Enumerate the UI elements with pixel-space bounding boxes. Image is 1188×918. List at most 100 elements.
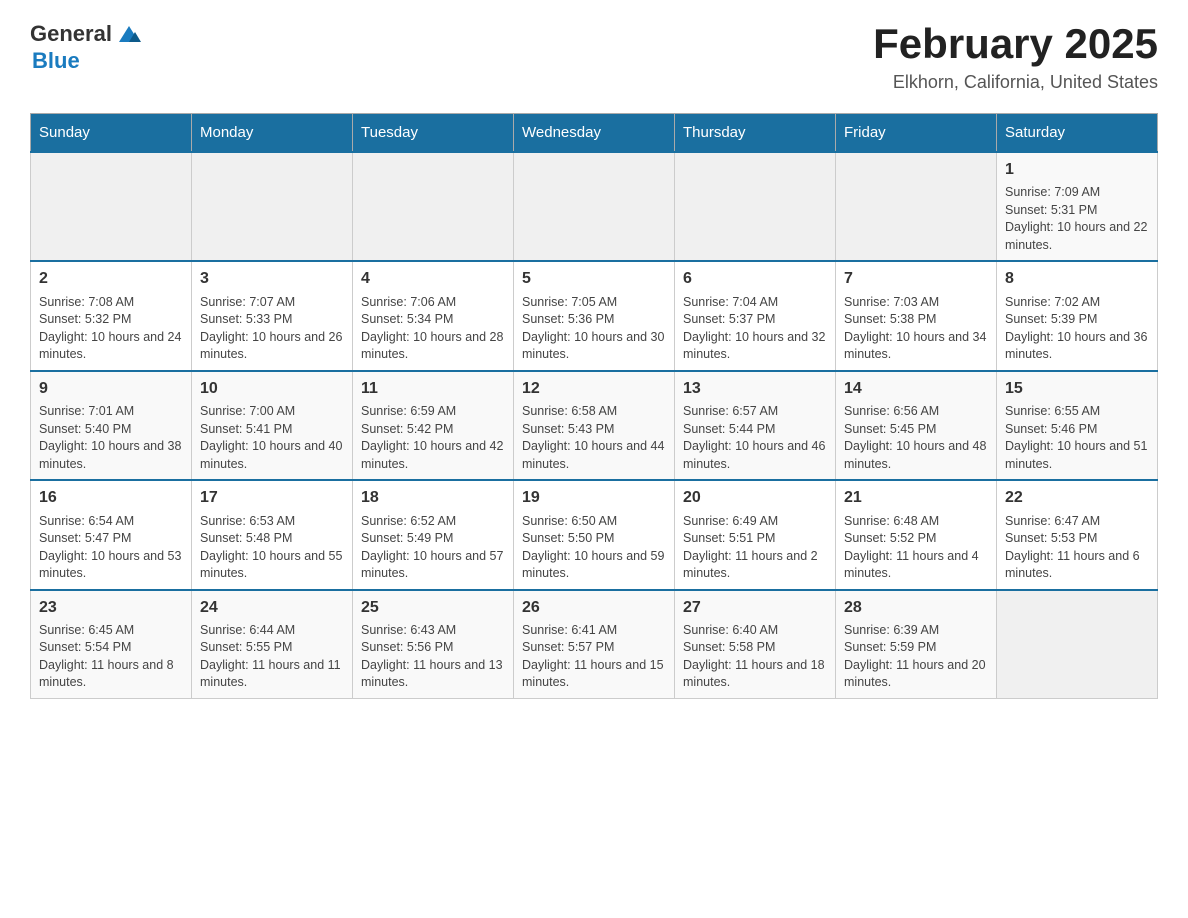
calendar-cell-w3-d1: 9 Sunrise: 7:01 AM Sunset: 5:40 PM Daylig… <box>31 371 192 480</box>
calendar-cell-w4-d4: 19 Sunrise: 6:50 AM Sunset: 5:50 PM Dayli… <box>514 480 675 589</box>
day-number-16: 16 <box>39 487 183 509</box>
col-saturday: Saturday <box>997 114 1158 153</box>
day-number-14: 14 <box>844 378 988 400</box>
calendar-cell-w1-d2 <box>192 152 353 261</box>
calendar-cell-w2-d7: 8Sunrise: 7:02 AM Sunset: 5:39 PM Daylig… <box>997 261 1158 370</box>
calendar-cell-w5-d1: 23 Sunrise: 6:45 AM Sunset: 5:54 PM Dayli… <box>31 590 192 699</box>
calendar-cell-w4-d7: 22 Sunrise: 6:47 AM Sunset: 5:53 PM Dayli… <box>997 480 1158 589</box>
day-number-6: 6 <box>683 268 827 290</box>
title-block: February 2025 Elkhorn, California, Unite… <box>873 20 1158 93</box>
col-thursday: Thursday <box>675 114 836 153</box>
calendar-cell-w3-d6: 14 Sunrise: 6:56 AM Sunset: 5:45 PM Dayli… <box>836 371 997 480</box>
day-info-9: Sunrise: 7:01 AM Sunset: 5:40 PM Dayligh… <box>39 403 183 473</box>
day-number-19: 19 <box>522 487 666 509</box>
day-number-4: 4 <box>361 268 505 290</box>
calendar-cell-w1-d5 <box>675 152 836 261</box>
calendar-cell-w4-d6: 21 Sunrise: 6:48 AM Sunset: 5:52 PM Dayli… <box>836 480 997 589</box>
day-number-13: 13 <box>683 378 827 400</box>
day-info-5: Sunrise: 7:05 AM Sunset: 5:36 PM Dayligh… <box>522 294 666 364</box>
day-number-2: 2 <box>39 268 183 290</box>
calendar-cell-w5-d4: 26 Sunrise: 6:41 AM Sunset: 5:57 PM Dayli… <box>514 590 675 699</box>
calendar-cell-w2-d5: 6 Sunrise: 7:04 AM Sunset: 5:37 PM Daylig… <box>675 261 836 370</box>
day-info-15: Sunrise: 6:55 AM Sunset: 5:46 PM Dayligh… <box>1005 403 1149 473</box>
day-info-19: Sunrise: 6:50 AM Sunset: 5:50 PM Dayligh… <box>522 513 666 583</box>
day-info-13: Sunrise: 6:57 AM Sunset: 5:44 PM Dayligh… <box>683 403 827 473</box>
day-number-22: 22 <box>1005 487 1149 509</box>
calendar-cell-w3-d7: 15 Sunrise: 6:55 AM Sunset: 5:46 PM Dayli… <box>997 371 1158 480</box>
calendar-cell-w2-d1: 2 Sunrise: 7:08 AM Sunset: 5:32 PM Daylig… <box>31 261 192 370</box>
day-number-17: 17 <box>200 487 344 509</box>
day-info-4: Sunrise: 7:06 AM Sunset: 5:34 PM Dayligh… <box>361 294 505 364</box>
day-info-27: Sunrise: 6:40 AM Sunset: 5:58 PM Dayligh… <box>683 622 827 692</box>
calendar-cell-w2-d6: 7 Sunrise: 7:03 AM Sunset: 5:38 PM Daylig… <box>836 261 997 370</box>
day-number-18: 18 <box>361 487 505 509</box>
col-monday: Monday <box>192 114 353 153</box>
calendar-cell-w2-d2: 3 Sunrise: 7:07 AM Sunset: 5:33 PM Daylig… <box>192 261 353 370</box>
day-info-1: Sunrise: 7:09 AM Sunset: 5:31 PM Dayligh… <box>1005 184 1149 254</box>
calendar-cell-w1-d1 <box>31 152 192 261</box>
calendar-cell-w1-d6 <box>836 152 997 261</box>
week-row-4: 16 Sunrise: 6:54 AM Sunset: 5:47 PM Dayli… <box>31 480 1158 589</box>
calendar-cell-w5-d2: 24 Sunrise: 6:44 AM Sunset: 5:55 PM Dayli… <box>192 590 353 699</box>
calendar-cell-w1-d4 <box>514 152 675 261</box>
calendar-cell-w5-d7 <box>997 590 1158 699</box>
calendar-cell-w4-d3: 18 Sunrise: 6:52 AM Sunset: 5:49 PM Dayli… <box>353 480 514 589</box>
calendar-cell-w5-d6: 28 Sunrise: 6:39 AM Sunset: 5:59 PM Dayli… <box>836 590 997 699</box>
calendar-cell-w2-d4: 5 Sunrise: 7:05 AM Sunset: 5:36 PM Daylig… <box>514 261 675 370</box>
day-info-20: Sunrise: 6:49 AM Sunset: 5:51 PM Dayligh… <box>683 513 827 583</box>
day-number-10: 10 <box>200 378 344 400</box>
calendar-cell-w3-d3: 11 Sunrise: 6:59 AM Sunset: 5:42 PM Dayli… <box>353 371 514 480</box>
day-info-24: Sunrise: 6:44 AM Sunset: 5:55 PM Dayligh… <box>200 622 344 692</box>
logo-icon <box>115 20 143 48</box>
day-number-5: 5 <box>522 268 666 290</box>
day-number-24: 24 <box>200 597 344 619</box>
day-info-18: Sunrise: 6:52 AM Sunset: 5:49 PM Dayligh… <box>361 513 505 583</box>
day-number-20: 20 <box>683 487 827 509</box>
col-tuesday: Tuesday <box>353 114 514 153</box>
day-info-3: Sunrise: 7:07 AM Sunset: 5:33 PM Dayligh… <box>200 294 344 364</box>
day-info-16: Sunrise: 6:54 AM Sunset: 5:47 PM Dayligh… <box>39 513 183 583</box>
logo-blue-text: Blue <box>32 48 143 74</box>
day-info-6: Sunrise: 7:04 AM Sunset: 5:37 PM Dayligh… <box>683 294 827 364</box>
calendar-cell-w5-d5: 27Sunrise: 6:40 AM Sunset: 5:58 PM Dayli… <box>675 590 836 699</box>
week-row-2: 2 Sunrise: 7:08 AM Sunset: 5:32 PM Daylig… <box>31 261 1158 370</box>
day-number-7: 7 <box>844 268 988 290</box>
logo-general-text: General <box>30 21 112 47</box>
day-number-26: 26 <box>522 597 666 619</box>
day-number-15: 15 <box>1005 378 1149 400</box>
calendar-cell-w4-d2: 17Sunrise: 6:53 AM Sunset: 5:48 PM Dayli… <box>192 480 353 589</box>
calendar-cell-w1-d3 <box>353 152 514 261</box>
calendar-table: Sunday Monday Tuesday Wednesday Thursday… <box>30 113 1158 699</box>
day-info-11: Sunrise: 6:59 AM Sunset: 5:42 PM Dayligh… <box>361 403 505 473</box>
calendar-header-row: Sunday Monday Tuesday Wednesday Thursday… <box>31 114 1158 153</box>
day-info-26: Sunrise: 6:41 AM Sunset: 5:57 PM Dayligh… <box>522 622 666 692</box>
day-number-9: 9 <box>39 378 183 400</box>
day-info-22: Sunrise: 6:47 AM Sunset: 5:53 PM Dayligh… <box>1005 513 1149 583</box>
calendar-cell-w5-d3: 25 Sunrise: 6:43 AM Sunset: 5:56 PM Dayli… <box>353 590 514 699</box>
calendar-cell-w2-d3: 4 Sunrise: 7:06 AM Sunset: 5:34 PM Daylig… <box>353 261 514 370</box>
col-sunday: Sunday <box>31 114 192 153</box>
calendar-cell-w3-d4: 12Sunrise: 6:58 AM Sunset: 5:43 PM Dayli… <box>514 371 675 480</box>
page-header: General Blue February 2025 Elkhorn, Cali… <box>30 20 1158 93</box>
week-row-1: 1Sunrise: 7:09 AM Sunset: 5:31 PM Daylig… <box>31 152 1158 261</box>
logo: General Blue <box>30 20 143 74</box>
day-number-8: 8 <box>1005 268 1149 290</box>
day-info-25: Sunrise: 6:43 AM Sunset: 5:56 PM Dayligh… <box>361 622 505 692</box>
day-info-28: Sunrise: 6:39 AM Sunset: 5:59 PM Dayligh… <box>844 622 988 692</box>
day-number-11: 11 <box>361 378 505 400</box>
day-number-3: 3 <box>200 268 344 290</box>
calendar-title: February 2025 <box>873 20 1158 68</box>
day-info-10: Sunrise: 7:00 AM Sunset: 5:41 PM Dayligh… <box>200 403 344 473</box>
day-number-23: 23 <box>39 597 183 619</box>
day-number-25: 25 <box>361 597 505 619</box>
day-info-23: Sunrise: 6:45 AM Sunset: 5:54 PM Dayligh… <box>39 622 183 692</box>
calendar-cell-w3-d2: 10 Sunrise: 7:00 AM Sunset: 5:41 PM Dayli… <box>192 371 353 480</box>
day-info-12: Sunrise: 6:58 AM Sunset: 5:43 PM Dayligh… <box>522 403 666 473</box>
day-info-7: Sunrise: 7:03 AM Sunset: 5:38 PM Dayligh… <box>844 294 988 364</box>
day-info-21: Sunrise: 6:48 AM Sunset: 5:52 PM Dayligh… <box>844 513 988 583</box>
calendar-cell-w4-d5: 20 Sunrise: 6:49 AM Sunset: 5:51 PM Dayli… <box>675 480 836 589</box>
day-info-14: Sunrise: 6:56 AM Sunset: 5:45 PM Dayligh… <box>844 403 988 473</box>
day-number-28: 28 <box>844 597 988 619</box>
day-number-21: 21 <box>844 487 988 509</box>
day-info-2: Sunrise: 7:08 AM Sunset: 5:32 PM Dayligh… <box>39 294 183 364</box>
